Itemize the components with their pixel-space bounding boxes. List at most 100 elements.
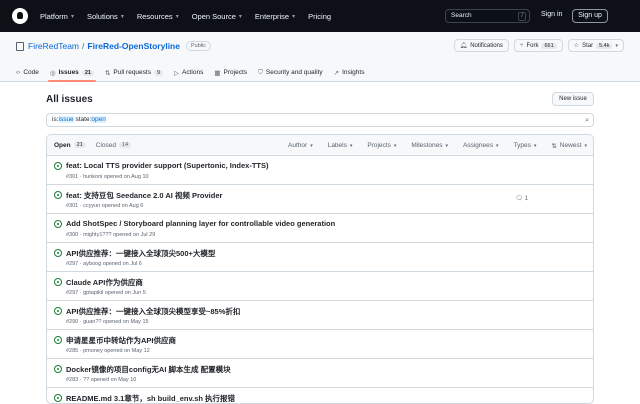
chevron-down-icon: ▾: [393, 142, 397, 149]
filter-labels[interactable]: Labels ▾: [328, 142, 353, 149]
star-count: 5.4k: [596, 42, 613, 49]
repo-owner-link[interactable]: FireRedTeam: [28, 41, 79, 51]
issue-title[interactable]: API供应推荐：一键接入全球顶尖模型享受~85%折扣: [66, 306, 240, 317]
github-logo-icon[interactable]: [12, 8, 28, 24]
issue-open-icon: [54, 336, 62, 344]
issue-meta: #297 · ayboog opened on Jul 6: [66, 261, 142, 267]
issue-title[interactable]: Add ShotSpec / Storyboard planning layer…: [66, 219, 335, 228]
chevron-down-icon: ▾: [120, 13, 124, 20]
nav-label: Platform: [40, 11, 68, 21]
open-issues-tab[interactable]: Open 21: [54, 142, 86, 149]
issue-row[interactable]: feat: Local TTS provider support (Supert…: [47, 156, 593, 185]
issue-row[interactable]: API供应推荐：一键接入全球顶尖500+大模型 #297 · ayboog op…: [47, 243, 593, 272]
issue-open-icon: [54, 394, 62, 402]
page-title: All issues: [46, 94, 93, 105]
tab-security[interactable]: ⛉ Security and quality: [258, 63, 323, 82]
table-icon: ▦: [214, 69, 221, 77]
issue-title[interactable]: feat: Local TTS provider support (Supert…: [66, 161, 269, 170]
tab-label: Code: [23, 69, 39, 76]
issue-filter-input[interactable]: is:issue state:open ⌕: [46, 113, 594, 127]
issue-meta: #297 · gptapikil opened on Jun 5: [66, 290, 146, 296]
repo-name-link[interactable]: FireRed-OpenStoryline: [87, 41, 180, 51]
repo-title: FireRedTeam / FireRed-OpenStoryline Publ…: [16, 41, 211, 51]
issue-meta: #301 · ccyyun opened on Aug 6: [66, 203, 144, 209]
new-issue-button[interactable]: New issue: [552, 92, 594, 106]
tab-label: Actions: [182, 69, 204, 76]
pull-request-icon: ⇅: [104, 69, 111, 77]
tab-issues[interactable]: ◎ Issues 21: [47, 63, 96, 82]
search-shortcut: /: [518, 12, 526, 21]
sort-label: Newest: [559, 142, 582, 149]
star-label: Star: [582, 42, 594, 49]
comment-icon: 🗨︎: [515, 196, 525, 202]
issue-row[interactable]: feat: 支持豆包 Seedance 2.0 AI 视频 Provider #…: [47, 185, 593, 214]
chevron-down-icon: ▾: [445, 142, 448, 149]
graph-icon: ↗: [333, 69, 340, 77]
nav-pricing[interactable]: Pricing: [308, 12, 331, 21]
nav-enterprise[interactable]: Enterprise ▾: [255, 12, 295, 21]
issue-row[interactable]: API供应推荐：一键接入全球顶尖模型享受~85%折扣 #290 · guan??…: [47, 301, 593, 330]
nav-label: Solutions: [86, 11, 118, 21]
nav-label: Resources: [136, 11, 173, 21]
tab-code[interactable]: ‹› Code: [16, 63, 39, 82]
filter-label: Labels: [327, 142, 347, 149]
notifications-button[interactable]: 🔔︎ Notifications: [453, 39, 509, 52]
issue-meta: #285 · pmoney opened on May 12: [66, 348, 150, 354]
search-icon[interactable]: ⌕: [585, 115, 589, 127]
issue-row[interactable]: 申请星星币中转站作为API供应商 #285 · pmoney opened on…: [47, 330, 593, 359]
filter-assignees[interactable]: Assignees ▾: [463, 142, 499, 149]
shield-icon: ⛉: [258, 68, 263, 76]
closed-issues-tab[interactable]: Closed 14: [95, 141, 132, 149]
nav-platform[interactable]: Platform ▾: [40, 12, 74, 21]
issue-row[interactable]: Docker镜像的项目config无AI 脚本生成 配置模块 #283 · ??…: [47, 359, 593, 388]
issue-title[interactable]: Docker镜像的项目config无AI 脚本生成 配置模块: [66, 364, 231, 375]
tab-projects[interactable]: ▦ Projects: [214, 63, 247, 82]
nav-open-source[interactable]: Open Source ▾: [192, 12, 242, 21]
issue-title[interactable]: README.md 3.1章节，sh build_env.sh 执行报错: [66, 393, 235, 403]
star-button[interactable]: ☆ Star 5.4k ▾: [567, 39, 624, 52]
issue-row[interactable]: Claude API作为供应商 #297 · gptapikil opened …: [47, 272, 593, 301]
issue-open-icon: [54, 162, 62, 170]
repo-actions: 🔔︎ Notifications ⑂ Fork 661 ☆ Star 5.4k ▾: [453, 39, 624, 52]
repo-separator: /: [82, 41, 85, 51]
sign-up-button[interactable]: Sign up: [572, 9, 608, 23]
filter-issue-token: issue: [58, 116, 74, 123]
tab-actions[interactable]: ▷ Actions: [174, 63, 203, 82]
issue-title[interactable]: 申请星星币中转站作为API供应商: [66, 335, 176, 346]
issue-title[interactable]: feat: 支持豆包 Seedance 2.0 AI 视频 Provider: [66, 190, 222, 201]
bell-icon: 🔔︎: [459, 43, 468, 49]
filter-label: Milestones: [411, 142, 443, 149]
nav-solutions[interactable]: Solutions ▾: [87, 12, 124, 21]
fork-button[interactable]: ⑂ Fork 661: [513, 39, 563, 52]
comment-count[interactable]: 🗨︎ 1: [515, 195, 528, 202]
repo-tabs: ‹› Code ◎ Issues 21 ⇅ Pull requests 9 ▷ Action…: [16, 63, 375, 82]
nav-label: Enterprise: [254, 11, 290, 21]
issue-filters: Author ▾ Labels ▾ Projects ▾ Milestones ▾ As…: [273, 135, 587, 156]
sign-in-link[interactable]: Sign in: [541, 11, 562, 18]
tab-pull-requests[interactable]: ⇅ Pull requests 9: [104, 63, 164, 82]
tab-label: Security and quality: [265, 69, 323, 76]
nav-resources[interactable]: Resources ▾: [137, 12, 179, 21]
filter-milestones[interactable]: Milestones ▾: [411, 142, 448, 149]
filter-types[interactable]: Types ▾: [513, 142, 536, 149]
issue-row[interactable]: Add ShotSpec / Storyboard planning layer…: [47, 214, 593, 243]
tab-insights[interactable]: ↗ Insights: [334, 63, 365, 82]
issue-open-icon: [54, 220, 62, 228]
fork-label: Fork: [526, 42, 539, 49]
issue-row[interactable]: README.md 3.1章节，sh build_env.sh 执行报错: [47, 388, 593, 403]
global-search-input[interactable]: Search /: [445, 9, 530, 23]
sort-newest[interactable]: ⇅ Newest ▾: [551, 142, 587, 150]
issue-meta: #290 · guan?? opened on May 15: [66, 319, 149, 325]
issue-title[interactable]: Claude API作为供应商: [66, 277, 143, 288]
issue-title[interactable]: API供应推荐：一键接入全球顶尖500+大模型: [66, 248, 215, 259]
closed-label: Closed: [95, 141, 116, 149]
filter-projects[interactable]: Projects ▾: [367, 142, 396, 149]
chevron-down-icon[interactable]: ▾: [615, 43, 618, 49]
chevron-down-icon: ▾: [70, 13, 74, 20]
filter-author[interactable]: Author ▾: [288, 142, 313, 149]
sort-icon: ⇅: [551, 142, 557, 150]
play-icon: ▷: [174, 69, 180, 77]
global-header: Platform ▾ Solutions ▾ Resources ▾ Open Sou…: [0, 0, 640, 32]
chevron-down-icon: ▾: [495, 142, 499, 149]
tab-label: Pull requests: [113, 69, 151, 76]
